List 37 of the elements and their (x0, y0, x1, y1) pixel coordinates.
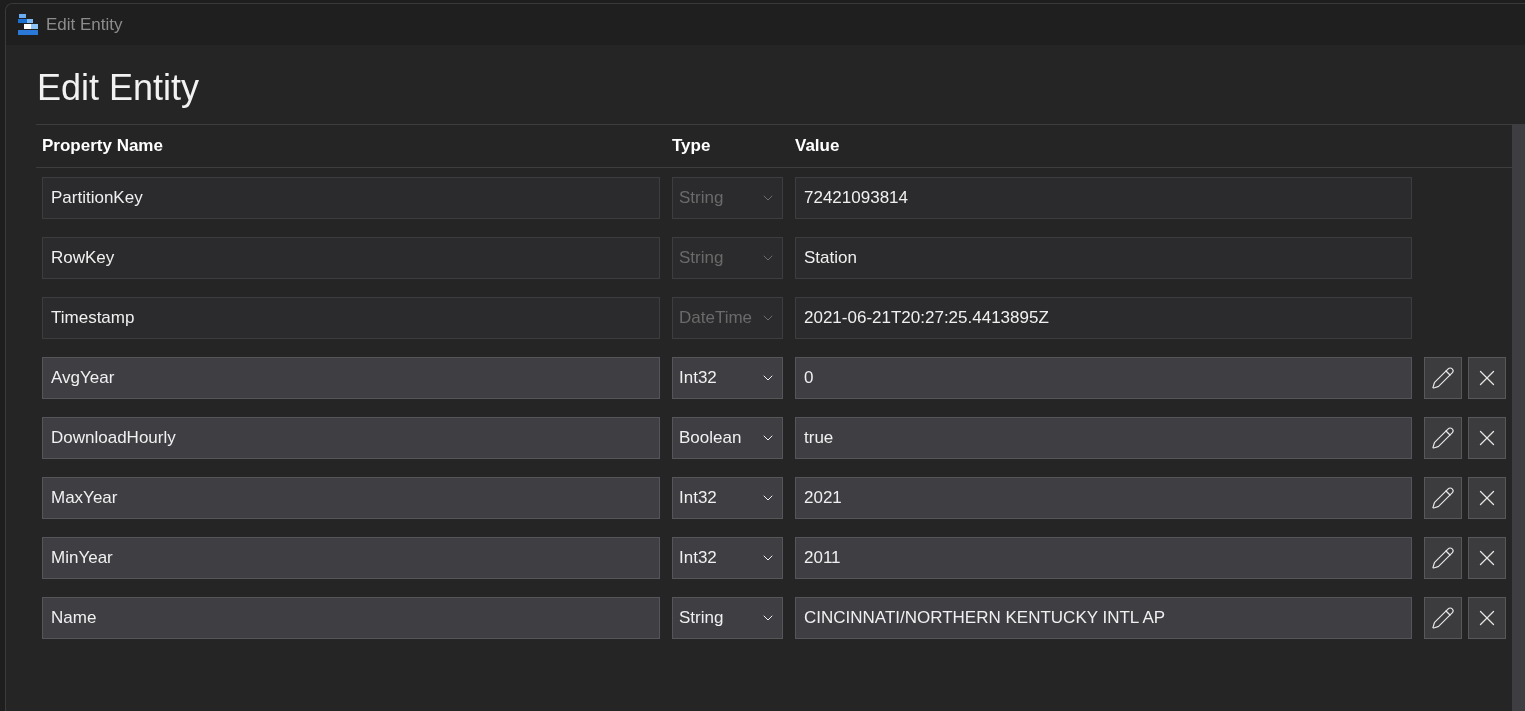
column-header: Type (672, 136, 712, 156)
name-field[interactable]: AvgYear (42, 357, 660, 399)
delete-button[interactable] (1468, 477, 1506, 519)
page-heading: Edit Entity (37, 66, 200, 110)
pencil-icon (1431, 546, 1455, 570)
name-field[interactable]: DownloadHourly (42, 417, 660, 459)
edit-button[interactable] (1424, 357, 1462, 399)
name-field[interactable]: Name (42, 597, 660, 639)
pencil-icon (1431, 606, 1455, 630)
edit-button[interactable] (1424, 597, 1462, 639)
name-field[interactable]: MinYear (42, 537, 660, 579)
pencil-icon (1431, 366, 1455, 390)
edit-button[interactable] (1424, 537, 1462, 579)
scrollbar[interactable] (1512, 124, 1525, 711)
value-field[interactable]: 2011 (795, 537, 1412, 579)
type-dropdown[interactable]: Int32 (672, 477, 783, 519)
column-header: Value (795, 136, 841, 156)
type-dropdown[interactable]: Int32 (672, 537, 783, 579)
column-header: Property Name (42, 136, 164, 156)
pencil-icon (1431, 426, 1455, 450)
pencil-icon (1431, 486, 1455, 510)
delete-button[interactable] (1468, 597, 1506, 639)
edit-button[interactable] (1424, 417, 1462, 459)
blocks-icon (18, 14, 38, 35)
value-field[interactable]: 2021 (795, 477, 1412, 519)
type-dropdown[interactable]: Int32 (672, 357, 783, 399)
delete-button[interactable] (1468, 537, 1506, 579)
value-field[interactable]: CINCINNATI/NORTHERN KENTUCKY INTL AP (795, 597, 1412, 639)
name-field[interactable]: MaxYear (42, 477, 660, 519)
delete-button[interactable] (1468, 417, 1506, 459)
delete-button[interactable] (1468, 357, 1506, 399)
edit-button[interactable] (1424, 477, 1462, 519)
value-field[interactable]: 0 (795, 357, 1412, 399)
window-title: Edit Entity (46, 14, 123, 35)
value-field[interactable]: true (795, 417, 1412, 459)
type-dropdown[interactable]: String (672, 597, 783, 639)
type-dropdown[interactable]: Boolean (672, 417, 783, 459)
